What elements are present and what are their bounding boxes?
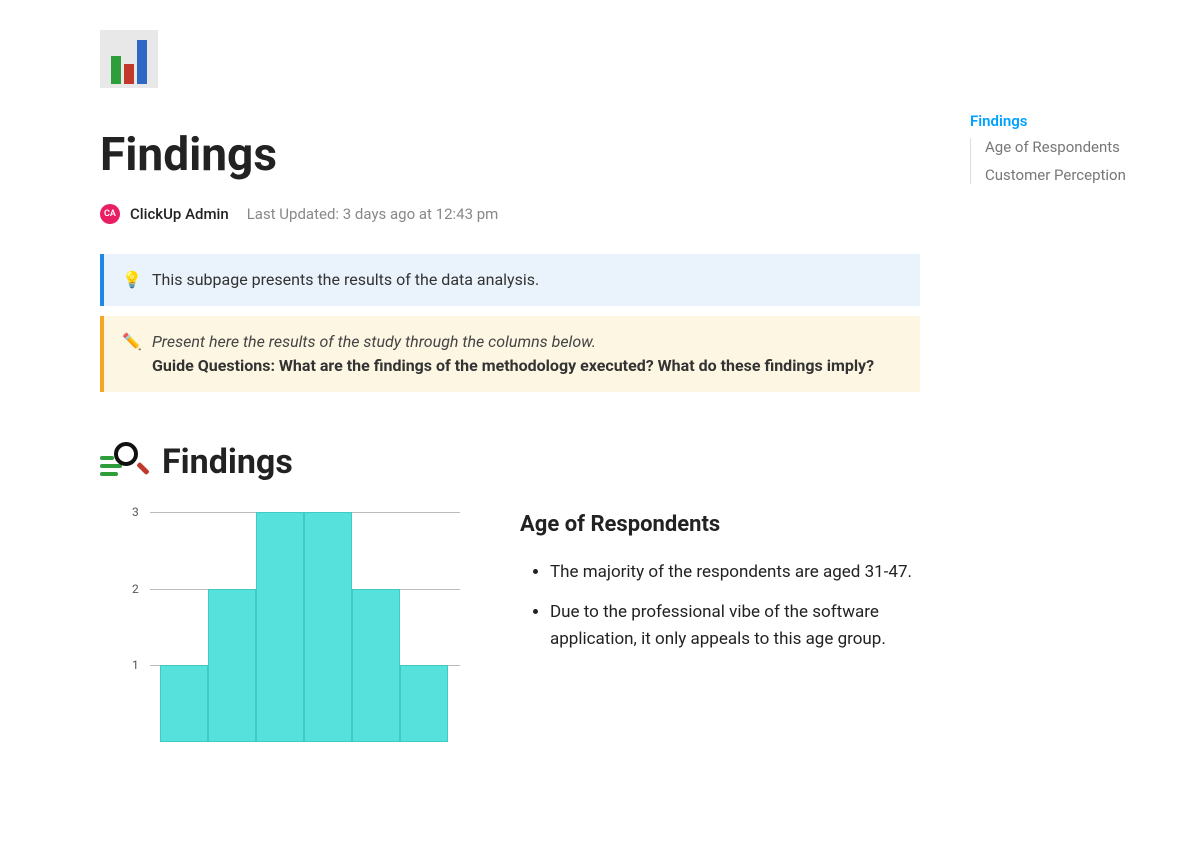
info-callout-text: This subpage presents the results of the… <box>152 268 902 292</box>
section-heading: Findings <box>162 442 293 482</box>
findings-bullets: The majority of the respondents are aged… <box>520 559 920 652</box>
age-histogram: 123 <box>150 512 460 742</box>
bar <box>400 665 448 742</box>
updated-value: 3 days ago at 12:43 pm <box>343 205 499 223</box>
main-content: Findings CA ClickUp Admin Last Updated: … <box>100 30 920 742</box>
findings-columns: 123 Age of Respondents The majority of t… <box>100 512 920 742</box>
author-avatar[interactable]: CA <box>100 204 120 224</box>
y-tick-label: 3 <box>132 505 139 519</box>
guide-callout: ✏️ Present here the results of the study… <box>100 316 920 392</box>
lightbulb-icon: 💡 <box>122 268 140 292</box>
table-of-contents: Findings Age of Respondents Customer Perc… <box>970 112 1160 184</box>
updated-label: Last Updated: <box>247 205 339 223</box>
section-heading-row: Findings <box>100 442 920 482</box>
toc-items: Age of Respondents Customer Perception <box>970 138 1160 184</box>
guide-callout-body: Present here the results of the study th… <box>152 330 902 378</box>
toc-item[interactable]: Customer Perception <box>985 166 1160 184</box>
y-tick-label: 2 <box>132 582 139 596</box>
icon-bar-red <box>124 64 134 84</box>
bar <box>304 512 352 742</box>
y-tick-label: 1 <box>132 658 139 672</box>
page-title: Findings <box>100 128 920 182</box>
page-meta: CA ClickUp Admin Last Updated: 3 days ag… <box>100 204 920 224</box>
pencil-icon: ✏️ <box>122 330 140 354</box>
toc-item[interactable]: Age of Respondents <box>985 138 1160 156</box>
list-item: The majority of the respondents are aged… <box>550 559 920 585</box>
last-updated: Last Updated: 3 days ago at 12:43 pm <box>247 205 499 223</box>
bars-group <box>160 512 448 742</box>
guide-questions: Guide Questions: What are the findings o… <box>152 356 874 375</box>
page-icon-chart <box>100 30 158 88</box>
subsection-heading: Age of Respondents <box>520 512 920 537</box>
bar <box>208 589 256 742</box>
list-item: Due to the professional vibe of the soft… <box>550 599 920 652</box>
guide-intro: Present here the results of the study th… <box>152 332 596 351</box>
bar <box>352 589 400 742</box>
icon-bar-green <box>111 56 121 84</box>
author-name[interactable]: ClickUp Admin <box>130 205 229 223</box>
info-callout: 💡 This subpage presents the results of t… <box>100 254 920 306</box>
toc-title[interactable]: Findings <box>970 112 1160 130</box>
findings-text-column: Age of Respondents The majority of the r… <box>520 512 920 666</box>
bar <box>160 665 208 742</box>
magnifier-icon <box>100 442 150 482</box>
icon-bar-blue <box>137 40 147 84</box>
bar <box>256 512 304 742</box>
chart-column: 123 <box>100 512 480 742</box>
